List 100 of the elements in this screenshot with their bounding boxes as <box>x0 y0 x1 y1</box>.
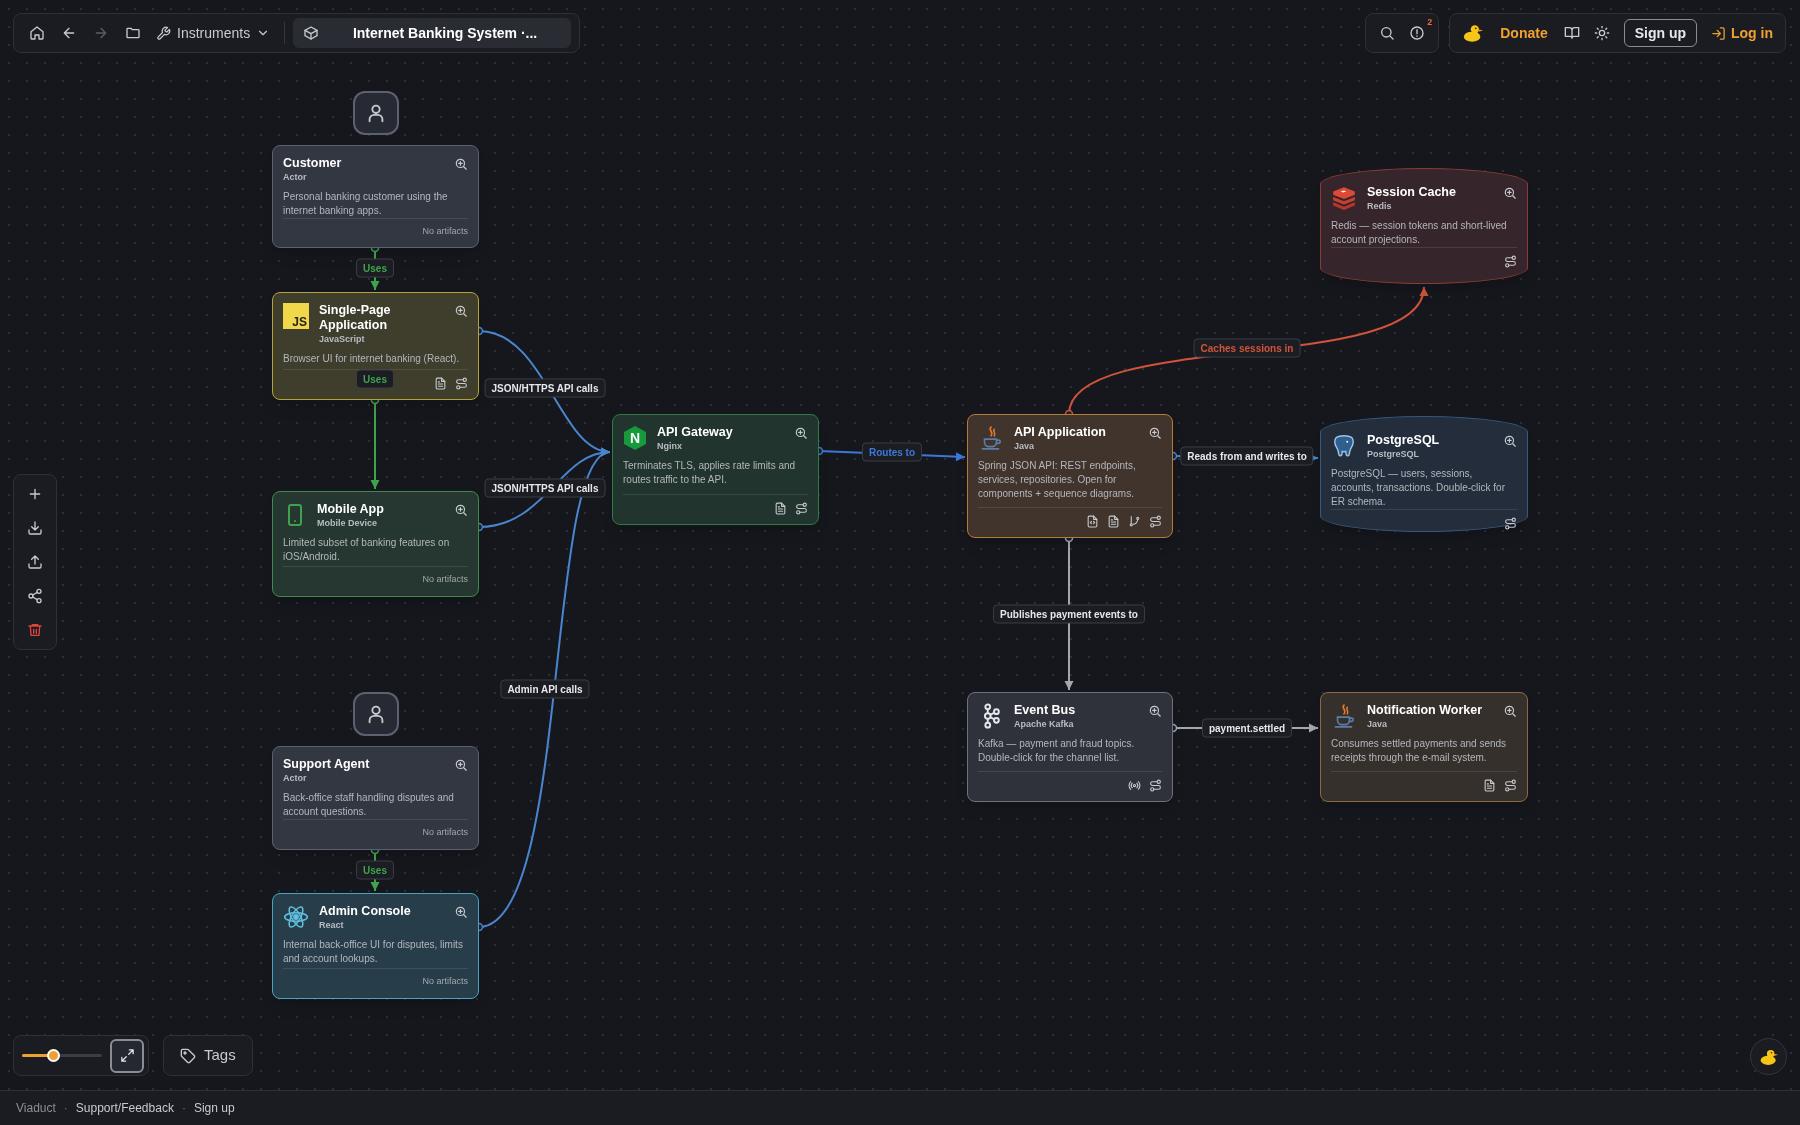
zoom-in-button[interactable] <box>1148 704 1162 718</box>
zoom-in-button[interactable] <box>1148 426 1162 440</box>
node-card[interactable]: API Application Java Spring JSON API: REST endpoints, services, repositories. Open for components + sequence diagrams. <box>967 414 1173 538</box>
edge-label: JSON/HTTPS API calls <box>484 378 606 398</box>
artifact-button[interactable] <box>1149 514 1162 528</box>
document-icon <box>774 501 787 515</box>
trash-icon <box>27 622 43 638</box>
docs-button[interactable] <box>1563 25 1580 41</box>
node-description: Limited subset of banking features on iOS/Android. <box>283 536 451 564</box>
document-icon <box>434 376 447 390</box>
branch-icon <box>1128 514 1141 528</box>
node-card[interactable]: Support Agent Actor Back-office staff handling disputes and account questions. No artifacts <box>272 746 479 850</box>
artifact-button[interactable] <box>1504 778 1517 792</box>
node-type: Actor <box>283 772 308 785</box>
artifact-button[interactable] <box>1128 514 1141 528</box>
stacked-layers-icon <box>1331 185 1357 211</box>
alert-icon <box>1409 25 1426 41</box>
donate-link[interactable]: Donate <box>1498 22 1550 44</box>
node-card[interactable]: Customer Actor Personal banking customer using the internet banking apps. No artifacts <box>272 145 479 248</box>
artifact-button[interactable] <box>795 501 808 515</box>
route-icon <box>1504 254 1517 268</box>
fit-view-button[interactable] <box>110 1038 144 1073</box>
node-title: API Application <box>1014 425 1107 440</box>
zoom-slider[interactable] <box>22 1049 102 1062</box>
code-file-icon <box>1086 514 1099 528</box>
artifact-button[interactable] <box>774 501 787 515</box>
artifact-button[interactable] <box>434 376 447 390</box>
artifact-button[interactable] <box>1107 514 1120 528</box>
instruments-dropdown[interactable]: Instruments <box>150 18 277 48</box>
duck-icon <box>1462 22 1485 44</box>
node-description: Internal back-office UI for disputes, limits and account lookups. <box>283 938 464 966</box>
node-type: Java <box>1014 440 1036 453</box>
hexagon-logo: N <box>623 425 647 451</box>
zoom-in-icon <box>454 304 468 318</box>
database-node[interactable]: Session Cache Redis Redis — session tokens and short-lived account projections. <box>1320 168 1528 284</box>
artifact-button[interactable] <box>455 376 468 390</box>
book-icon <box>1563 25 1580 41</box>
node-title: Event Bus <box>1014 703 1077 718</box>
log-in-button[interactable]: Log in <box>1711 22 1773 44</box>
zoom-in-icon <box>1503 704 1517 718</box>
back-arrow-icon <box>61 25 77 41</box>
artifact-button[interactable] <box>1504 516 1517 530</box>
node-type: Nginx <box>657 440 683 453</box>
database-node[interactable]: PostgreSQL PostgreSQL PostgreSQL — users, sessions, accounts, transactions. Double-click for ER schema. <box>1320 416 1528 532</box>
edge-label: Uses <box>356 258 394 278</box>
tags-button[interactable]: Tags <box>163 1035 253 1076</box>
zoom-in-button[interactable] <box>454 758 468 772</box>
elephant-icon <box>1331 433 1357 459</box>
node-description: PostgreSQL — users, sessions, accounts, transactions. Double-click for ER schema. <box>1331 467 1506 509</box>
zoom-in-button[interactable] <box>794 426 808 440</box>
node-type: Actor <box>283 171 308 184</box>
wrench-icon <box>156 25 171 41</box>
zoom-in-button[interactable] <box>1503 186 1517 200</box>
footer-link[interactable]: Viaduct <box>16 1099 56 1117</box>
artifact-button[interactable] <box>1504 254 1517 268</box>
route-icon <box>795 501 808 515</box>
diagram-title-field[interactable]: Internet Banking System ·... <box>293 18 571 48</box>
node-description: Redis — session tokens and short-lived account projections. <box>1331 219 1508 247</box>
artifact-button[interactable] <box>1483 778 1496 792</box>
sign-up-button[interactable]: Sign up <box>1623 19 1697 47</box>
node-type: Mobile Device <box>317 517 379 530</box>
node-card[interactable]: N API Gateway Nginx Terminates TLS, applies rate limits and routes traffic to the API. <box>612 414 819 525</box>
footer-link[interactable]: Sign up <box>193 1099 235 1117</box>
edge-label: Caches sessions in <box>1193 338 1301 358</box>
upload-icon <box>27 554 43 570</box>
node-type: Java <box>1367 718 1389 731</box>
node-description: Back-office staff handling disputes and account questions. <box>283 791 455 819</box>
artifacts-note: No artifacts <box>422 826 468 840</box>
zoom-in-button[interactable] <box>1503 434 1517 448</box>
zoom-in-button[interactable] <box>1503 704 1517 718</box>
edge-label: Publishes payment events to <box>993 604 1145 624</box>
zoom-in-icon <box>1148 426 1162 440</box>
zoom-in-button[interactable] <box>454 304 468 318</box>
zoom-in-button[interactable] <box>454 503 468 517</box>
node-card[interactable]: Admin Console React Internal back-office UI for disputes, limits and account lookups. No artifacts <box>272 893 479 999</box>
node-description: Personal banking customer using the internet banking apps. <box>283 190 449 218</box>
zoom-in-icon <box>454 503 468 517</box>
node-title: API Gateway <box>657 425 734 440</box>
node-description: Spring JSON API: REST endpoints, services, repositories. Open for components + sequence diagrams. <box>978 459 1137 501</box>
node-title: PostgreSQL <box>1367 433 1441 448</box>
theme-button[interactable] <box>1593 25 1610 41</box>
node-title: Notification Worker <box>1367 703 1484 718</box>
artifact-button[interactable] <box>1128 778 1141 792</box>
document-icon <box>1483 778 1496 792</box>
node-description: Kafka — payment and fraud topics. Double-click for the channel list. <box>978 737 1136 765</box>
zoom-in-button[interactable] <box>454 157 468 171</box>
duck-button[interactable] <box>1750 1038 1787 1075</box>
node-card[interactable]: Mobile App Mobile Device Limited subset of banking features on iOS/Android. No artifacts <box>272 491 479 597</box>
route-icon <box>455 376 468 390</box>
artifact-button[interactable] <box>1149 778 1162 792</box>
node-card[interactable]: Notification Worker Java Consumes settled payments and sends receipts through the e-mail system. <box>1320 692 1528 802</box>
sun-icon <box>1593 25 1610 41</box>
cube-icon <box>303 25 320 41</box>
route-icon <box>1149 514 1162 528</box>
zoom-in-button[interactable] <box>454 905 468 919</box>
footer-link[interactable]: Support/Feedback <box>75 1099 174 1117</box>
broadcast-icon <box>1128 778 1141 792</box>
artifact-button[interactable] <box>1086 514 1099 528</box>
zoom-in-icon <box>454 157 468 171</box>
node-card[interactable]: Event Bus Apache Kafka Kafka — payment and fraud topics. Double-click for the channel list. <box>967 692 1173 802</box>
